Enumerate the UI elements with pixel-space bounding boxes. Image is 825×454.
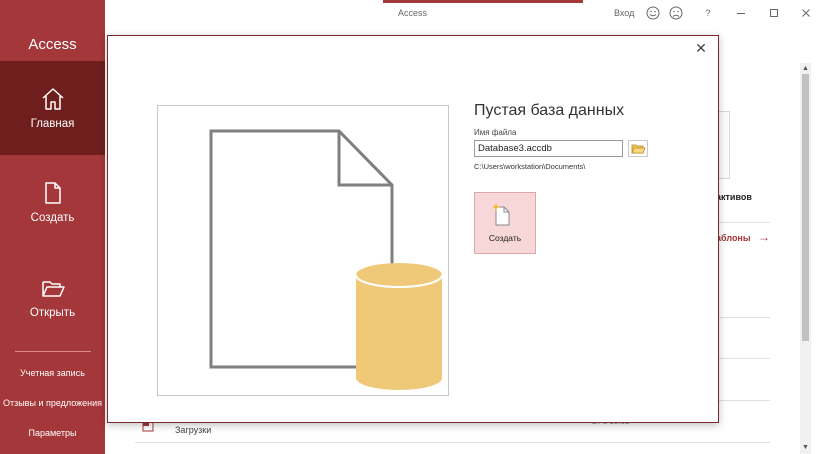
nav-new[interactable]: Создать xyxy=(0,155,105,249)
scroll-down-icon[interactable]: ▼ xyxy=(802,444,809,451)
smiley-icon[interactable] xyxy=(645,5,661,21)
file-path-text: C:\Users\workstation\Documents\ xyxy=(474,162,586,171)
nav-open-label: Открыть xyxy=(29,307,76,319)
window-title: Access xyxy=(398,8,428,18)
sign-in-link[interactable]: Вход xyxy=(614,8,634,18)
maximize-icon[interactable] xyxy=(766,5,782,21)
nav-open[interactable]: Открыть xyxy=(0,250,105,344)
nav-new-label: Создать xyxy=(30,212,75,224)
minimize-icon[interactable] xyxy=(733,5,749,21)
nav-feedback[interactable]: Отзывы и предложения xyxy=(0,398,105,408)
arrow-right-icon[interactable]: → xyxy=(758,230,770,244)
file-name-label: Имя файла xyxy=(474,128,517,137)
help-icon[interactable]: ? xyxy=(700,5,716,21)
close-icon[interactable] xyxy=(798,5,814,21)
new-document-icon xyxy=(45,182,61,204)
frown-icon[interactable] xyxy=(668,5,684,21)
database-preview-image xyxy=(157,105,449,396)
file-name-input[interactable] xyxy=(474,140,623,157)
folder-icon xyxy=(631,144,646,154)
nav-home[interactable]: Главная xyxy=(0,61,105,155)
vertical-scrollbar[interactable]: ▲ ▼ xyxy=(800,63,811,454)
nav-options[interactable]: Параметры xyxy=(0,428,105,438)
backstage-sidebar: Access Главная Создать Открыть Учетная з… xyxy=(0,0,105,454)
browse-folder-button[interactable] xyxy=(628,140,648,157)
dialog-close-icon[interactable]: ✕ xyxy=(693,40,709,56)
divider xyxy=(135,442,770,443)
nav-account[interactable]: Учетная запись xyxy=(0,368,105,378)
blank-database-illustration xyxy=(209,129,443,390)
open-folder-icon xyxy=(42,281,65,297)
home-icon xyxy=(42,88,64,110)
nav-home-label: Главная xyxy=(30,118,75,130)
scroll-thumb[interactable] xyxy=(802,74,809,341)
sidebar-separator xyxy=(15,351,91,352)
new-file-sparkle-icon xyxy=(492,203,510,226)
more-templates-link[interactable]: аблоны xyxy=(716,233,751,243)
create-button-label: Создать xyxy=(488,233,522,243)
scroll-up-icon[interactable]: ▲ xyxy=(802,65,809,72)
title-bar xyxy=(105,0,825,28)
dialog-title: Пустая база данных xyxy=(474,102,625,119)
title-accent-strip xyxy=(383,0,583,3)
template-card-label: активов xyxy=(716,192,752,202)
blank-database-dialog: ✕ Пустая база данных Имя файла C:\Users\… xyxy=(107,35,719,423)
create-button[interactable]: Создать xyxy=(474,192,536,254)
app-name: Access xyxy=(28,36,77,53)
recent-folder-downloads[interactable]: Загрузки xyxy=(175,425,211,435)
